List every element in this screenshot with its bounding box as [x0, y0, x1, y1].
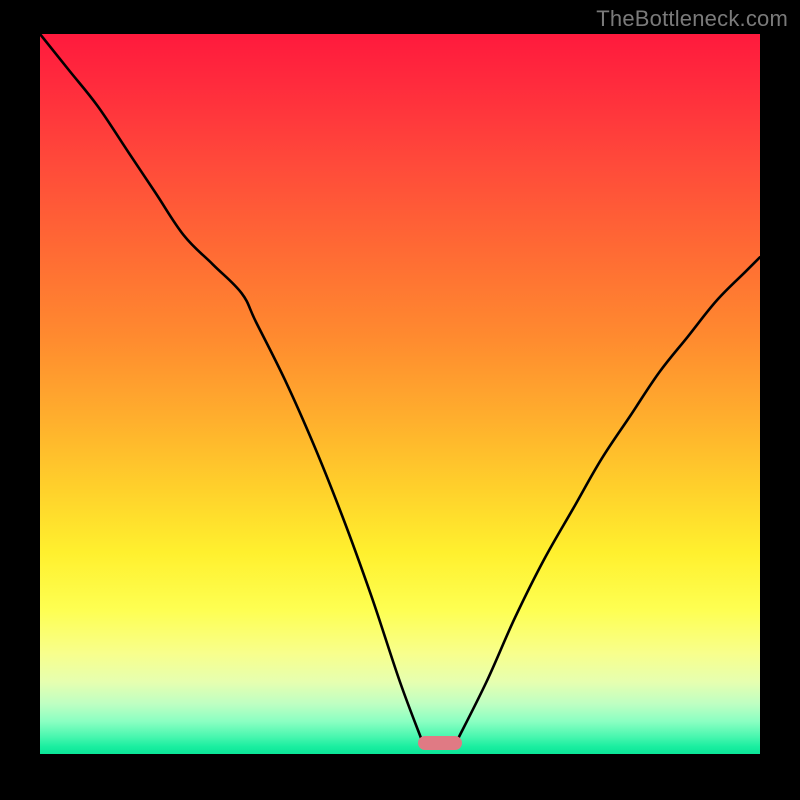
optimal-marker	[418, 736, 462, 750]
curve-right-branch	[458, 257, 760, 739]
bottleneck-curve	[40, 34, 760, 754]
watermark-text: TheBottleneck.com	[596, 6, 788, 32]
curve-left-branch	[40, 34, 422, 740]
plot-area	[40, 34, 760, 754]
